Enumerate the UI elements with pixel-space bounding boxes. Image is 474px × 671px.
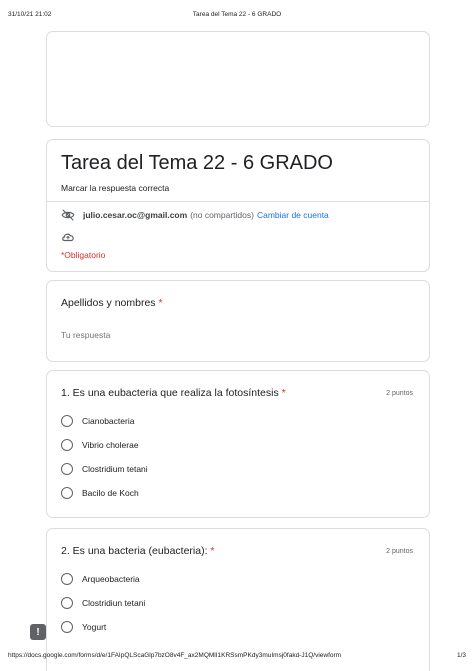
option-label: Bacilo de Koch: [82, 488, 139, 498]
option-label: Yogurt: [82, 622, 107, 632]
option-label: Cianobacteria: [82, 416, 135, 426]
question-title: Apellidos y nombres *: [61, 297, 163, 309]
radio-option[interactable]: Bacilo de Koch: [61, 486, 139, 500]
radio-option[interactable]: Yogurt: [61, 620, 106, 634]
account-email: julio.cesar.oc@gmail.com: [83, 210, 188, 220]
radio-option[interactable]: Clostridiun tetani: [61, 596, 145, 610]
question-title-text: 1. Es una eubacteria que realiza la foto…: [61, 387, 279, 399]
radio-button[interactable]: [61, 415, 73, 427]
feedback-icon[interactable]: !: [30, 624, 46, 640]
title-divider: [47, 201, 429, 202]
required-note: *Obligatorio: [61, 250, 106, 260]
print-url: https://docs.google.com/forms/d/e/1FAIpQ…: [8, 652, 342, 659]
radio-button[interactable]: [61, 573, 73, 585]
print-footer: https://docs.google.com/forms/d/e/1FAIpQ…: [8, 652, 466, 662]
question-title: 1. Es una eubacteria que realiza la foto…: [61, 387, 286, 399]
question-card-name: Apellidos y nombres *: [46, 280, 430, 362]
question-title-text: 2. Es una bacteria (eubacteria):: [61, 545, 208, 557]
cloud-icon: [61, 230, 77, 242]
question-card-2: 2. Es una bacteria (eubacteria): * 2 pun…: [46, 528, 430, 671]
form-title-card: Tarea del Tema 22 - 6 GRADO Marcar la re…: [46, 139, 430, 272]
account-row: julio.cesar.oc@gmail.com (no compartidos…: [61, 209, 329, 221]
radio-button[interactable]: [61, 463, 73, 475]
print-header: 31/10/21 21:02 Tarea del Tema 22 - 6 GRA…: [8, 11, 466, 21]
required-mark: *: [210, 545, 215, 557]
radio-button[interactable]: [61, 487, 73, 499]
question-title: 2. Es una bacteria (eubacteria): *: [61, 545, 215, 557]
option-label: Clostridiun tetani: [82, 598, 146, 608]
title-card-topbar: [46, 139, 430, 140]
radio-option[interactable]: Vibrio cholerae: [61, 438, 139, 452]
option-label: Arqueobacteria: [82, 574, 140, 584]
required-mark: *: [281, 387, 286, 399]
question-points: 2 puntos: [386, 390, 413, 397]
answer-input[interactable]: [61, 330, 241, 340]
option-label: Vibrio cholerae: [82, 440, 139, 450]
switch-account-link[interactable]: Cambiar de cuenta: [257, 210, 329, 220]
radio-button[interactable]: [61, 439, 73, 451]
radio-button[interactable]: [61, 621, 73, 633]
question-title-text: Apellidos y nombres: [61, 297, 156, 309]
not-shared-note: (no compartidos): [190, 210, 254, 220]
question-card-1: 1. Es una eubacteria que realiza la foto…: [46, 370, 430, 518]
radio-button[interactable]: [61, 597, 73, 609]
required-mark: *: [158, 297, 163, 309]
form-description: Marcar la respuesta correcta: [61, 183, 170, 193]
eye-off-icon: [61, 209, 75, 221]
header-banner: [46, 31, 430, 127]
radio-option[interactable]: Clostridium tetani: [61, 462, 148, 476]
question-points: 2 puntos: [386, 548, 413, 555]
form-title: Tarea del Tema 22 - 6 GRADO: [61, 152, 333, 174]
print-doc-title: Tarea del Tema 22 - 6 GRADO: [192, 11, 282, 18]
radio-option[interactable]: Arqueobacteria: [61, 572, 140, 586]
radio-option[interactable]: Cianobacteria: [61, 414, 134, 428]
print-page-number: 1/3: [456, 652, 466, 659]
option-label: Clostridium tetani: [82, 464, 148, 474]
